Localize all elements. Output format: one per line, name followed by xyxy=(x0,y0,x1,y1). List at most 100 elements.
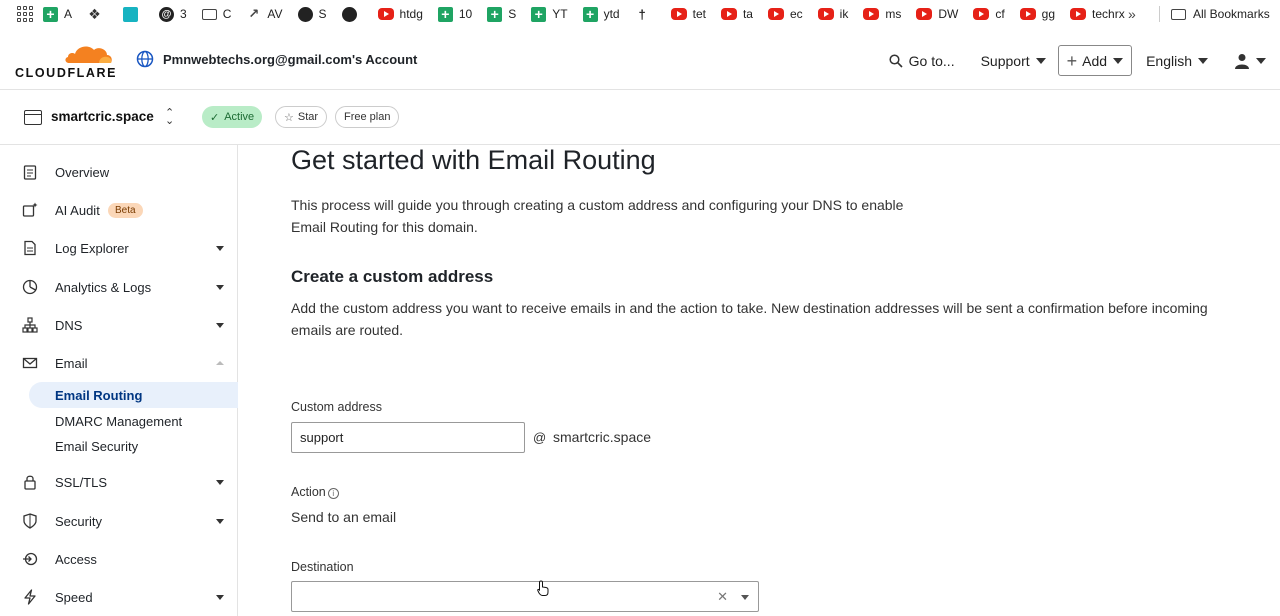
goto-label: Go to... xyxy=(908,52,955,69)
bookmark-item[interactable]: ta xyxy=(720,0,753,28)
sidebar: Overview AI Audit Beta Log Explorer Anal… xyxy=(0,145,238,616)
bookmark-item[interactable]: S xyxy=(487,0,516,28)
bookmark-item[interactable]: A xyxy=(43,0,72,28)
sidebar-item-dns[interactable]: DNS xyxy=(0,310,237,340)
puzzle-icon: ❖ xyxy=(88,5,101,22)
star-button[interactable]: ☆ Star xyxy=(275,106,328,128)
zone-switcher-icon[interactable]: ⌃ ⌄ xyxy=(165,108,174,127)
bookmark-label: ytd xyxy=(603,7,620,21)
search-icon xyxy=(889,53,903,68)
bookmark-label: DW xyxy=(938,7,959,21)
chevron-down-icon[interactable] xyxy=(741,595,749,600)
sidebar-item-ai-audit[interactable]: AI Audit Beta xyxy=(0,195,237,225)
section-title: Create a custom address xyxy=(291,267,494,286)
info-icon[interactable]: i xyxy=(327,488,339,499)
sidebar-subitem-dmarc-management[interactable]: DMARC Management xyxy=(55,414,182,429)
sidebar-item-ssl-tls[interactable]: SSL/TLS xyxy=(0,467,237,497)
zone-name[interactable]: smartcric.space xyxy=(51,109,154,124)
bookmark-item[interactable]: tet xyxy=(670,0,706,28)
more-bookmarks-button[interactable]: » xyxy=(1128,6,1136,22)
bookmark-item[interactable]: @3 xyxy=(159,0,187,28)
account-name: Pmnwebtechs.org@gmail.com's Account xyxy=(163,51,418,67)
bookmark-item[interactable]: htdg xyxy=(377,0,423,28)
bookmark-label: AV xyxy=(267,7,283,21)
sidebar-item-security[interactable]: Security xyxy=(0,506,237,536)
sidebar-subitem-email-security[interactable]: Email Security xyxy=(55,439,138,454)
caret-up-icon xyxy=(216,361,224,365)
goto-button[interactable]: Go to... xyxy=(889,53,955,69)
bookmark-item[interactable]: ms xyxy=(863,0,901,28)
caret-down-icon xyxy=(1035,57,1046,64)
cloudflare-logo[interactable]: CLOUDFLARE xyxy=(15,42,116,80)
clipboard-icon xyxy=(23,165,37,180)
sidebar-item-label: Security xyxy=(55,513,102,529)
beta-badge: Beta xyxy=(108,202,143,218)
all-bookmarks-label: All Bookmarks xyxy=(1193,7,1270,21)
bookmark-item[interactable] xyxy=(341,0,363,28)
bookmark-label: ms xyxy=(885,7,902,21)
sheets-icon xyxy=(531,6,547,22)
bookmark-item[interactable]: gg xyxy=(1019,0,1055,28)
bookmark-label: S xyxy=(318,7,327,21)
bookmark-item[interactable]: ytd xyxy=(582,0,620,28)
custom-address-label: Custom address xyxy=(291,400,383,414)
sidebar-item-label: SSL/TLS xyxy=(55,474,108,490)
language-dropdown[interactable]: English xyxy=(1146,53,1208,69)
bookmark-item[interactable]: YT xyxy=(531,0,568,28)
intro-text: This process will guide you through crea… xyxy=(291,197,904,235)
bookmark-item[interactable]: 10 xyxy=(437,0,472,28)
add-button[interactable]: + Add xyxy=(1057,45,1133,76)
bookmark-item[interactable]: ❖ xyxy=(87,0,108,28)
bookmark-item[interactable]: ik xyxy=(817,0,849,28)
bookmark-item[interactable]: techrx xyxy=(1070,0,1125,28)
bookmark-item[interactable]: cf xyxy=(973,0,1005,28)
bookmark-label: htdg xyxy=(399,7,423,21)
caret-down-icon xyxy=(1198,57,1208,64)
folder-icon xyxy=(201,8,217,20)
envelope-icon xyxy=(22,357,38,369)
bookmark-list: A ❖ @3 C ↗ AV Shtdg 10 S YT ytd † tet ta ec ik ms DW cf gg t… xyxy=(43,0,1140,28)
section-description: Add the custom address you want to recei… xyxy=(291,300,1208,338)
bookmark-item[interactable] xyxy=(123,0,144,28)
all-bookmarks-button[interactable]: All Bookmarks xyxy=(1171,0,1270,28)
bookmark-item[interactable]: DW xyxy=(916,0,958,28)
bookmarks-bar: A ❖ @3 C ↗ AV Shtdg 10 S YT ytd † tet ta ec ik ms DW cf gg t… xyxy=(0,0,1280,28)
youtube-icon xyxy=(973,8,990,20)
bookmark-item[interactable]: S xyxy=(297,0,327,28)
caret-down-icon xyxy=(1113,57,1124,64)
bookmark-item[interactable]: † xyxy=(635,0,656,28)
sidebar-item-speed[interactable]: Speed xyxy=(0,582,237,612)
bookmark-item[interactable]: ↗ AV xyxy=(246,0,282,28)
youtube-icon xyxy=(670,8,687,20)
sheets-icon xyxy=(582,6,598,22)
caret-down-icon xyxy=(216,284,224,290)
sidebar-item-log-explorer[interactable]: Log Explorer xyxy=(0,233,237,263)
circle-icon xyxy=(297,6,313,22)
sidebar-item-analytics-logs[interactable]: Analytics & Logs xyxy=(0,272,237,302)
support-dropdown[interactable]: Support xyxy=(981,53,1046,69)
user-menu[interactable] xyxy=(1234,53,1266,69)
header-actions: Go to... Support + Add English xyxy=(889,45,1266,76)
youtube-icon xyxy=(767,8,784,20)
destination-select[interactable]: ✕ xyxy=(291,581,759,612)
sidebar-subitem-email-routing[interactable]: Email Routing xyxy=(55,388,142,403)
account-switcher[interactable]: Pmnwebtechs.org@gmail.com's Account xyxy=(136,50,417,68)
plus-icon: + xyxy=(1066,50,1078,71)
apps-grid-icon[interactable] xyxy=(17,6,33,22)
clear-icon[interactable]: ✕ xyxy=(717,589,728,605)
bookmark-label: ik xyxy=(839,7,849,21)
trend-icon: ↗ xyxy=(248,6,260,21)
sidebar-item-email[interactable]: Email xyxy=(0,348,237,378)
custom-address-input[interactable] xyxy=(291,422,525,453)
bookmark-item[interactable]: C xyxy=(201,0,231,28)
bookmark-label: YT xyxy=(552,7,568,21)
sidebar-item-access[interactable]: Access xyxy=(0,544,237,574)
lock-icon xyxy=(24,475,36,490)
divider xyxy=(1159,6,1160,22)
sheets-icon xyxy=(43,6,58,22)
sheets-icon xyxy=(487,6,503,22)
sidebar-item-overview[interactable]: Overview xyxy=(0,157,237,187)
bookmark-item[interactable]: ec xyxy=(767,0,803,28)
sidebar-item-label: AI Audit xyxy=(55,202,100,218)
status-label: Active xyxy=(224,111,255,123)
